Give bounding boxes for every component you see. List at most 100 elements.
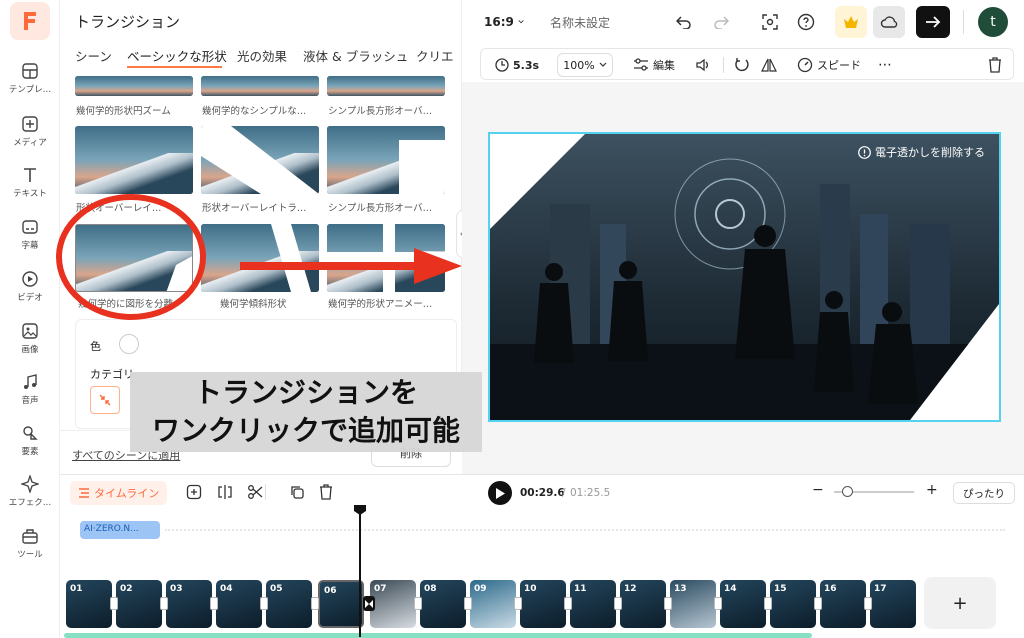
rail-item-template[interactable]: テンプレ… — [0, 62, 60, 95]
clip-number: 15 — [774, 584, 787, 594]
transition-joint[interactable] — [110, 597, 118, 610]
edit-button[interactable]: 編集 — [629, 53, 679, 77]
transition-joint[interactable] — [160, 597, 168, 610]
transition-thumb[interactable] — [201, 76, 319, 96]
speed-button[interactable]: スピード — [793, 53, 865, 77]
transition-thumb[interactable] — [327, 76, 445, 96]
zoom-dropdown[interactable]: 100% — [557, 53, 613, 77]
transition-thumb[interactable] — [201, 224, 319, 292]
transition-joint[interactable] — [714, 597, 722, 610]
cut-button[interactable] — [247, 484, 263, 503]
rail-item-subtitle[interactable]: 字幕 — [0, 218, 60, 251]
transition-joint[interactable] — [614, 597, 622, 610]
category-option[interactable] — [90, 386, 120, 414]
add-track-button[interactable] — [186, 484, 202, 503]
timeline-clip[interactable]: 17 — [870, 580, 916, 628]
more-button[interactable]: ⋯ — [873, 53, 897, 77]
timeline-clip[interactable]: 16 — [820, 580, 866, 628]
avatar[interactable]: t — [978, 7, 1008, 37]
undo-button[interactable] — [672, 10, 696, 34]
help-button[interactable] — [794, 10, 818, 34]
transition-joint[interactable] — [414, 597, 422, 610]
transition-joint[interactable] — [260, 597, 268, 610]
play-button[interactable] — [488, 481, 512, 505]
export-button[interactable] — [916, 6, 950, 38]
timeline-clip[interactable]: 02 — [116, 580, 162, 628]
playhead-line[interactable] — [359, 510, 361, 637]
timeline-clip[interactable]: 07 — [370, 580, 416, 628]
transition-thumb[interactable] — [201, 126, 319, 194]
rail-item-video[interactable]: ビデオ — [0, 270, 60, 303]
tab-liquid-brush[interactable]: 液体 & ブラッシュ — [303, 46, 408, 65]
cloud-save-button[interactable] — [873, 6, 905, 38]
premium-button[interactable] — [835, 6, 867, 38]
timeline-clip[interactable]: 08 — [420, 580, 466, 628]
delete-clip-button[interactable] — [319, 484, 333, 503]
text-track-clip[interactable]: AI·ZERO.N... — [80, 521, 160, 539]
tab-basic-shapes[interactable]: ベーシックな形状 — [127, 46, 227, 65]
transition-thumb[interactable] — [327, 126, 445, 194]
help-icon — [797, 13, 815, 31]
transition-joint[interactable] — [464, 597, 472, 610]
playhead-handle-icon[interactable] — [353, 504, 367, 516]
transition-joint[interactable] — [514, 597, 522, 610]
split-button[interactable] — [217, 484, 233, 503]
timeline-clip[interactable]: 05 — [266, 580, 312, 628]
video-preview[interactable]: 電子透かしを削除する — [488, 132, 1001, 422]
duplicate-button[interactable] — [289, 484, 305, 503]
transition-thumb[interactable] — [75, 126, 193, 194]
transition-joint[interactable] — [864, 597, 872, 610]
timeline-clip[interactable]: 11 — [570, 580, 616, 628]
screen-record-button[interactable] — [758, 10, 782, 34]
transition-joint[interactable] — [764, 597, 772, 610]
timeline-clip[interactable]: 10 — [520, 580, 566, 628]
project-name[interactable]: 名称未設定 — [550, 14, 610, 31]
zoom-out-button[interactable]: − — [812, 482, 824, 498]
rail-item-text[interactable]: テキスト — [0, 166, 60, 199]
flip-button[interactable] — [757, 53, 781, 77]
color-swatch[interactable] — [119, 334, 139, 354]
timeline-tab[interactable]: タイムライン — [70, 481, 168, 505]
timeline-clip[interactable]: 15 — [770, 580, 816, 628]
redo-button[interactable] — [709, 10, 733, 34]
transition-icon — [365, 599, 373, 608]
rail-item-elements[interactable]: 要素 — [0, 424, 60, 457]
panel-title: トランジション — [75, 13, 181, 31]
transition-joint[interactable] — [814, 597, 822, 610]
delete-button[interactable] — [983, 53, 1007, 77]
rail-item-image[interactable]: 画像 — [0, 322, 60, 355]
fit-button[interactable]: ぴったり — [953, 482, 1015, 504]
timeline-clip[interactable]: 14 — [720, 580, 766, 628]
timeline-clip[interactable]: 12 — [620, 580, 666, 628]
tab-creative[interactable]: クリエ — [416, 46, 454, 65]
remove-watermark-button[interactable]: 電子透かしを削除する — [858, 144, 985, 160]
timeline-clip-selected[interactable]: 06 — [318, 580, 364, 628]
transition-joint[interactable] — [210, 597, 218, 610]
timeline-clip[interactable]: 01 — [66, 580, 112, 628]
rail-item-audio[interactable]: 音声 — [0, 373, 60, 406]
timeline-clip[interactable]: 09 — [470, 580, 516, 628]
add-clip-button[interactable]: + — [924, 577, 996, 629]
volume-button[interactable] — [691, 53, 715, 77]
clip-number: 04 — [220, 584, 233, 594]
rotate-button[interactable] — [730, 53, 754, 77]
transition-joint-active[interactable] — [363, 596, 375, 611]
app-logo[interactable] — [10, 2, 50, 40]
timeline-clip[interactable]: 03 — [166, 580, 212, 628]
aspect-ratio-dropdown[interactable]: 16:9 — [484, 10, 524, 34]
rail-item-effects[interactable]: エフェク… — [0, 475, 60, 508]
rail-item-media[interactable]: メディア — [0, 115, 60, 148]
tab-light-effects[interactable]: 光の効果 — [237, 46, 287, 65]
timeline-clip[interactable]: 13 — [670, 580, 716, 628]
zoom-in-button[interactable]: + — [926, 482, 938, 498]
timeline-clip[interactable]: 04 — [216, 580, 262, 628]
zoom-slider-thumb[interactable] — [842, 486, 853, 497]
transition-joint[interactable] — [664, 597, 672, 610]
transition-joint[interactable] — [564, 597, 572, 610]
transition-joint[interactable] — [311, 597, 319, 610]
transition-thumb[interactable] — [75, 76, 193, 96]
audio-track[interactable] — [64, 633, 812, 638]
rail-item-tools[interactable]: ツール — [0, 527, 60, 560]
tab-scene[interactable]: シーン — [75, 46, 112, 65]
duration-button[interactable]: 5.3s — [489, 53, 545, 77]
